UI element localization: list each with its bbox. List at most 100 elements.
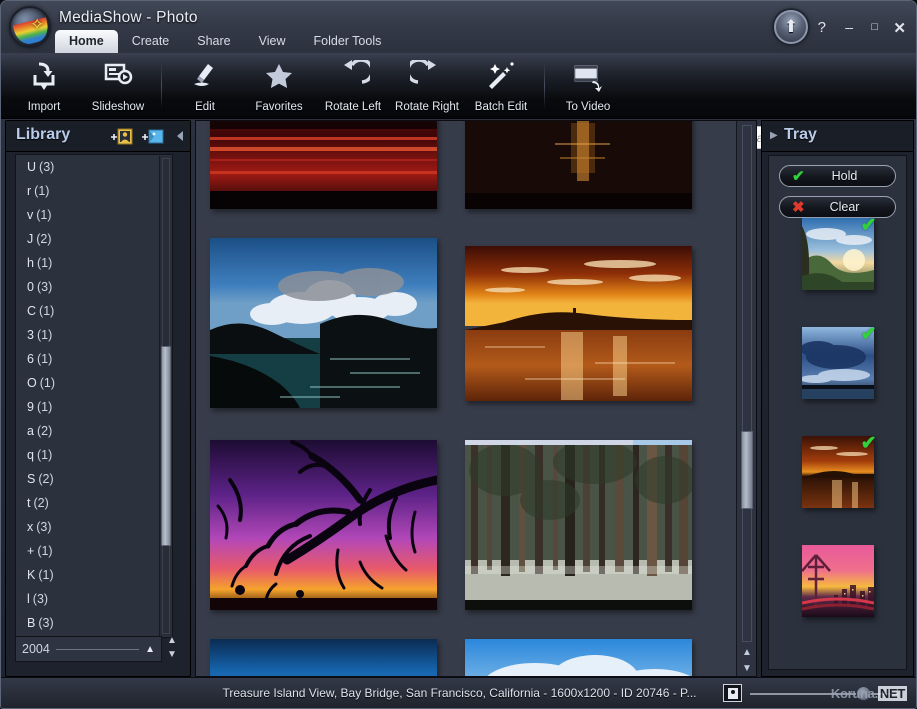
watermark: Koruna. NET [831,686,907,701]
library-list-item[interactable]: U (3) [16,155,159,179]
expand-right-icon[interactable]: ▶ [770,130,778,141]
rotate-right-label: Rotate Right [395,101,459,113]
library-list-item[interactable]: + (1) [16,539,159,563]
to-video-button[interactable]: To Video [551,53,625,119]
photo-cell[interactable] [210,639,437,677]
library-list-item[interactable]: K (1) [16,563,159,587]
library-list-item[interactable]: l (3) [16,587,159,611]
import-button[interactable]: Import [7,53,81,119]
library-list-item[interactable]: 9 (1) [16,395,159,419]
library-list-item[interactable]: x (3) [16,515,159,539]
library-list-item[interactable]: r (1) [16,179,159,203]
tab-share[interactable]: Share [183,30,244,53]
library-list-item[interactable]: t (2) [16,491,159,515]
scroll-down-icon[interactable]: ▼ [740,663,754,674]
scroll-down-icon[interactable]: ▼ [165,648,179,662]
pine-forest-photo[interactable] [465,440,692,610]
clear-label: Clear [829,200,860,214]
library-item-count: (2) [33,496,49,510]
library-item-count: (3) [38,616,54,630]
library-list-item[interactable]: 0 (3) [16,275,159,299]
to-video-label: To Video [565,101,611,113]
library-item-count: (1) [36,328,53,342]
year-slider-track[interactable] [55,648,140,650]
library-item-count: (3) [36,280,53,294]
slideshow-button[interactable]: Slideshow [81,53,155,119]
maximize-button[interactable]: □ [871,21,878,33]
library-item-name: + [27,544,35,558]
library-list-item[interactable]: S (2) [16,467,159,491]
help-button[interactable]: ? [818,19,826,36]
favorites-button[interactable]: Favorites [242,53,316,119]
star-icon [262,60,296,92]
sunset-over-lake-photo[interactable] [465,120,692,209]
library-scroll-thumb[interactable] [161,346,171,546]
library-list-item[interactable]: q (1) [16,443,159,467]
photo-cell[interactable] [465,437,692,613]
library-item-name: 9 [27,400,34,414]
rotate-right-icon [406,58,444,92]
ribbon-divider-2 [544,61,545,109]
minimize-button[interactable]: – [845,19,853,35]
photo-cell[interactable] [465,639,692,677]
hold-button[interactable]: ✔ Hold [779,165,896,187]
collapse-left-icon[interactable] [174,129,186,143]
library-year-filter[interactable]: 2004 ▲ [15,636,162,662]
rotate-right-button[interactable]: Rotate Right [390,53,464,119]
batch-edit-label: Batch Edit [474,101,528,113]
batch-edit-button[interactable]: Batch Edit [464,53,538,119]
triangle-up-icon[interactable]: ▲ [145,644,155,655]
favorites-label: Favorites [255,101,303,113]
photo-cell[interactable] [210,235,437,411]
photo-cell[interactable] [210,120,437,209]
photo-cell[interactable] [210,437,437,613]
library-list-item[interactable]: B (3) [16,611,159,635]
library-list-item[interactable]: O (1) [16,371,159,395]
library-list-item[interactable]: 6 (1) [16,347,159,371]
library-list-item[interactable]: J (2) [16,227,159,251]
gallery-scroll-thumb[interactable] [741,431,753,509]
add-person-icon[interactable] [111,128,133,145]
library-item-name: x [27,520,34,534]
photo-info-icon[interactable] [723,684,742,702]
gallery-scrollbar[interactable]: ▲ ▼ [736,121,756,676]
edit-button[interactable]: Edit [168,53,242,119]
red-water-sunset-photo[interactable] [210,120,437,209]
library-list-item[interactable]: v (1) [16,203,159,227]
ribbon-tabs: Home Create Share View Folder Tools [55,30,395,53]
blue-sky-clouds-photo[interactable] [465,639,692,677]
library-item-count: (2) [38,472,54,486]
check-icon: ✔ [860,324,877,345]
mountain-sunrise-thumb[interactable]: ✔ [795,215,877,290]
library-item-count: (1) [37,544,53,558]
photo-cell[interactable] [465,120,692,209]
tab-home[interactable]: Home [55,30,118,53]
add-tag-icon[interactable] [142,128,164,145]
orange-sunset-island-photo[interactable] [465,245,692,401]
rotate-left-button[interactable]: Rotate Left [316,53,390,119]
tab-create[interactable]: Create [118,30,184,53]
upload-arrow-icon[interactable]: ⬆ [774,10,808,44]
library-list-item[interactable]: C (1) [16,299,159,323]
tab-folder-tools[interactable]: Folder Tools [300,30,396,53]
purple-tree-silhouette-photo[interactable] [210,440,437,610]
tab-view[interactable]: View [245,30,300,53]
library-list-item[interactable]: a (2) [16,419,159,443]
close-button[interactable]: ✕ [893,19,906,37]
scroll-up-icon[interactable]: ▲ [165,634,179,648]
blue-clouds-thumb[interactable]: ✔ [799,324,877,399]
clear-button[interactable]: ✖ Clear [779,196,896,218]
library-list-item[interactable]: h (1) [16,251,159,275]
orange-sunset-bay-thumb[interactable]: ✔ [801,433,877,508]
mountain-lake-clouds-photo[interactable] [210,238,437,408]
library-item-count: (1) [36,208,52,222]
blue-gradient-photo[interactable] [210,639,437,677]
photo-cell[interactable] [465,235,692,411]
library-scrollbar[interactable] [159,156,171,636]
photo-row [210,437,715,613]
bay-bridge-night-thumb[interactable] [800,545,874,617]
library-item-name: U [27,160,37,174]
library-list-item[interactable]: 3 (1) [16,323,159,347]
library-item-count: (1) [36,352,53,366]
scroll-up-icon[interactable]: ▲ [740,647,754,658]
